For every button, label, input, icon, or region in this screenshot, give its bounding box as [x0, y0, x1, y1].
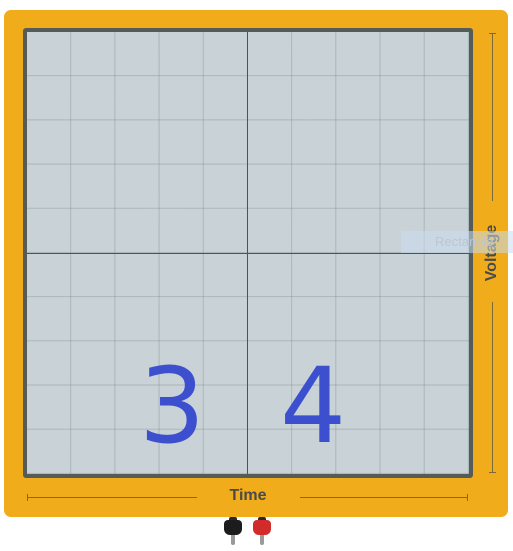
positive-probe-terminal[interactable] [253, 517, 271, 545]
voltage-axis-tick-bottom [489, 472, 496, 473]
voltage-axis-rule-bottom [492, 302, 493, 472]
channel-3-label: 3 [139, 345, 206, 467]
voltage-axis-rule-top [492, 33, 493, 201]
time-axis-label: Time [229, 487, 267, 504]
ground-probe-head [224, 520, 242, 535]
horizontal-center-axis [27, 253, 469, 254]
oscilloscope-screen[interactable]: 3 4 [27, 32, 469, 474]
rectangle-overlay-chip[interactable]: Rectangle [401, 231, 513, 253]
positive-probe-head [253, 520, 271, 535]
voltage-axis-tick-top [489, 33, 496, 34]
ground-probe-terminal[interactable] [224, 517, 242, 545]
ground-probe-pin [231, 535, 235, 545]
channel-4-label: 4 [280, 345, 347, 467]
positive-probe-pin [260, 535, 264, 545]
